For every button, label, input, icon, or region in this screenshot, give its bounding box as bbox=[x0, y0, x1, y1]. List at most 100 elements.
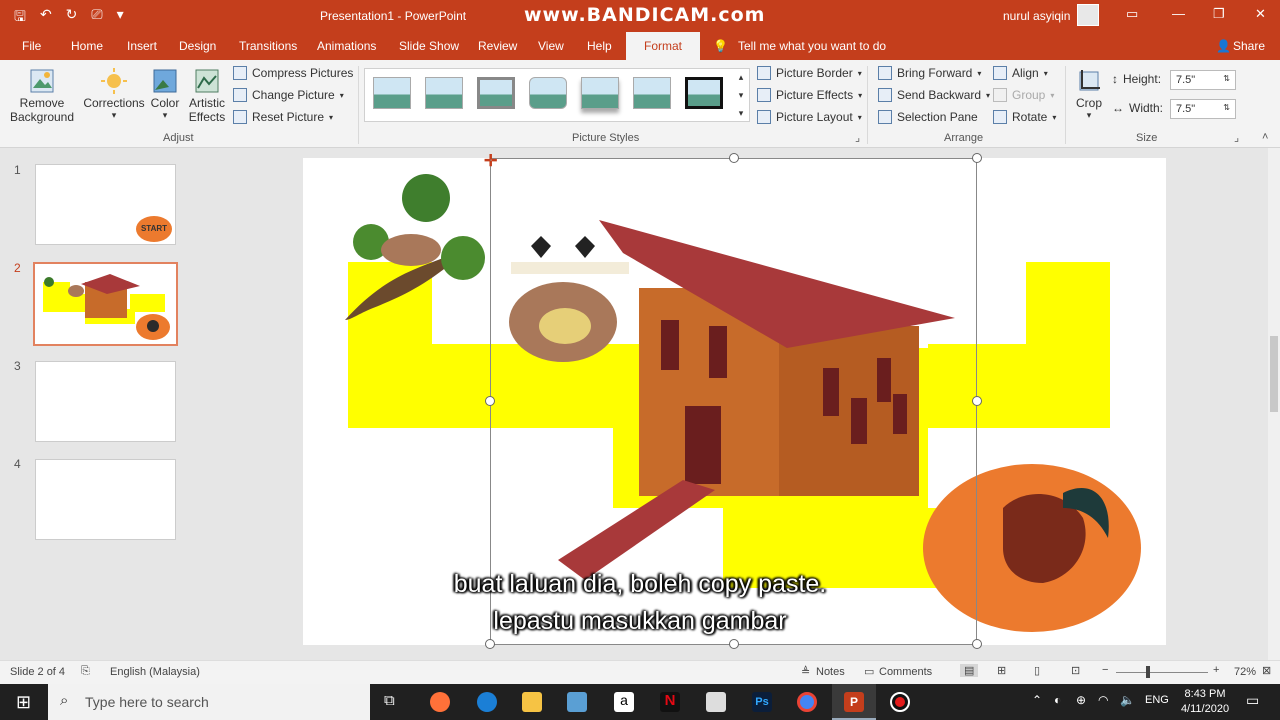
minimize-icon[interactable]: — bbox=[1172, 6, 1185, 21]
picture-effects-button[interactable]: Picture Effects ▾ bbox=[757, 88, 862, 102]
windows-start-icon[interactable]: ⊞ bbox=[16, 692, 31, 713]
tab-file[interactable]: File bbox=[22, 39, 41, 53]
notes-button[interactable]: Notes bbox=[816, 666, 845, 678]
rotate-button[interactable]: Rotate ▾ bbox=[993, 110, 1056, 124]
mail-icon[interactable] bbox=[706, 692, 726, 712]
slide-thumbnail-1[interactable]: START bbox=[35, 164, 176, 245]
close-icon[interactable]: ✕ bbox=[1255, 6, 1266, 22]
group-button[interactable]: Group ▾ bbox=[993, 88, 1054, 102]
size-dialog-launcher-icon[interactable]: ⌟ bbox=[1234, 131, 1239, 144]
resize-handle[interactable] bbox=[729, 639, 739, 649]
tab-design[interactable]: Design bbox=[179, 39, 216, 53]
slide-thumbnail-2[interactable] bbox=[33, 262, 178, 346]
amazon-icon[interactable]: a bbox=[614, 692, 634, 712]
selection-pane-button[interactable]: Selection Pane bbox=[878, 110, 978, 124]
task-view-icon[interactable]: ⧉ bbox=[384, 692, 395, 709]
zoom-in-icon[interactable]: + bbox=[1213, 664, 1219, 676]
color-button[interactable]: Color ▾ bbox=[146, 68, 184, 121]
send-backward-button[interactable]: Send Backward ▾ bbox=[878, 88, 990, 102]
tab-review[interactable]: Review bbox=[478, 39, 517, 53]
normal-view-icon[interactable]: ▤ bbox=[960, 664, 979, 677]
tray-app-icon[interactable]: ◐ bbox=[1054, 693, 1061, 707]
volume-icon[interactable]: 🔈 bbox=[1120, 693, 1135, 707]
ribbon-display-options-icon[interactable]: ▭ bbox=[1126, 6, 1138, 22]
picture-border-button[interactable]: Picture Border ▾ bbox=[757, 66, 862, 80]
change-picture-button[interactable]: Change Picture ▾ bbox=[233, 88, 344, 102]
powerpoint-taskbar-button[interactable]: P bbox=[832, 684, 876, 720]
zoom-slider[interactable] bbox=[1116, 672, 1208, 673]
crop-button[interactable]: Crop ▾ bbox=[1072, 68, 1106, 121]
remove-background-button[interactable]: Remove Background bbox=[8, 68, 76, 124]
compress-pictures-button[interactable]: Compress Pictures bbox=[233, 66, 353, 80]
save-icon[interactable]: 🖫 bbox=[14, 6, 26, 30]
tab-view[interactable]: View bbox=[538, 39, 564, 53]
comments-button[interactable]: Comments bbox=[879, 666, 932, 678]
customize-qat-icon[interactable]: ▾ bbox=[117, 6, 124, 30]
language-indicator[interactable]: English (Malaysia) bbox=[110, 666, 200, 678]
restore-icon[interactable]: ❐ bbox=[1213, 6, 1225, 22]
picture-styles-dialog-launcher-icon[interactable]: ⌟ bbox=[855, 131, 860, 144]
file-explorer-icon[interactable] bbox=[522, 692, 542, 712]
height-spinner-icon[interactable]: ⇅ bbox=[1223, 74, 1230, 83]
resize-handle[interactable] bbox=[972, 639, 982, 649]
bring-forward-button[interactable]: Bring Forward ▾ bbox=[878, 66, 981, 80]
taskbar-search-box[interactable]: ⌕ Type here to search bbox=[48, 684, 370, 720]
share-button[interactable]: Share bbox=[1233, 39, 1265, 53]
undo-icon[interactable]: ↶ bbox=[40, 6, 52, 30]
input-language[interactable]: ENG bbox=[1145, 694, 1169, 706]
slide-thumbnail-3[interactable] bbox=[35, 361, 176, 442]
picture-style-option[interactable] bbox=[425, 77, 463, 109]
tab-home[interactable]: Home bbox=[71, 39, 103, 53]
resize-handle[interactable] bbox=[729, 153, 739, 163]
share-icon[interactable]: 👤 bbox=[1216, 39, 1231, 53]
resize-handle[interactable] bbox=[485, 639, 495, 649]
clock[interactable]: 8:43 PM 4/11/2020 bbox=[1176, 687, 1234, 717]
comments-icon[interactable]: ▭ bbox=[864, 665, 874, 678]
picture-style-option[interactable] bbox=[477, 77, 515, 109]
present-from-start-icon[interactable]: ⎚ bbox=[91, 6, 102, 30]
slide-show-icon[interactable]: ⊡ bbox=[1071, 664, 1080, 677]
scrollbar-thumb[interactable] bbox=[1270, 336, 1278, 412]
corrections-button[interactable]: Corrections ▾ bbox=[82, 68, 146, 121]
tab-insert[interactable]: Insert bbox=[127, 39, 157, 53]
photoshop-icon[interactable]: Ps bbox=[752, 692, 772, 712]
resize-handle[interactable] bbox=[972, 396, 982, 406]
height-input[interactable]: 7.5" ⇅ bbox=[1170, 70, 1236, 90]
picture-style-option[interactable] bbox=[373, 77, 411, 109]
gallery-scroll-buttons[interactable]: ▴ ▾ ▾ bbox=[734, 68, 748, 122]
zoom-out-icon[interactable]: − bbox=[1102, 664, 1108, 676]
tab-format[interactable]: Format bbox=[626, 32, 701, 60]
tab-animations[interactable]: Animations bbox=[317, 39, 376, 53]
user-name[interactable]: nurul asyiqin bbox=[1003, 9, 1070, 23]
tray-network-share-icon[interactable]: ⊕ bbox=[1076, 693, 1086, 707]
slide-sorter-icon[interactable]: ⊞ bbox=[997, 664, 1006, 677]
picture-layout-button[interactable]: Picture Layout ▾ bbox=[757, 110, 862, 124]
artistic-effects-button[interactable]: Artistic Effects bbox=[186, 68, 228, 124]
avatar[interactable] bbox=[1077, 4, 1099, 26]
width-spinner-icon[interactable]: ⇅ bbox=[1223, 103, 1230, 112]
netflix-icon[interactable]: N bbox=[660, 692, 680, 712]
reset-picture-button[interactable]: Reset Picture ▾ bbox=[233, 110, 333, 124]
picture-style-option[interactable] bbox=[529, 77, 567, 109]
collapse-ribbon-icon[interactable]: ˄ bbox=[1262, 131, 1268, 143]
notes-icon[interactable]: ≜ bbox=[801, 665, 810, 678]
wifi-icon[interactable]: ◠ bbox=[1098, 693, 1108, 707]
tell-me-search[interactable]: Tell me what you want to do bbox=[738, 39, 886, 53]
align-button[interactable]: Align ▾ bbox=[993, 66, 1048, 80]
slide-thumbnail-4[interactable] bbox=[35, 459, 176, 540]
show-hidden-icons-icon[interactable]: ⌃ bbox=[1032, 693, 1042, 707]
tab-slide-show[interactable]: Slide Show bbox=[399, 39, 459, 53]
bandicam-record-icon[interactable] bbox=[890, 692, 910, 712]
firefox-icon[interactable] bbox=[430, 692, 450, 712]
redo-icon[interactable]: ↻ bbox=[66, 6, 78, 30]
resize-handle[interactable] bbox=[972, 153, 982, 163]
vertical-scrollbar[interactable] bbox=[1268, 148, 1280, 660]
spelling-check-icon[interactable]: ⎘ bbox=[81, 665, 90, 678]
width-input[interactable]: 7.5" ⇅ bbox=[1170, 99, 1236, 119]
picture-style-option[interactable] bbox=[633, 77, 671, 109]
picture-style-option[interactable] bbox=[685, 77, 723, 109]
tab-transitions[interactable]: Transitions bbox=[239, 39, 297, 53]
picture-style-option[interactable] bbox=[581, 77, 619, 109]
fit-slide-icon[interactable]: ⊠ bbox=[1262, 664, 1271, 677]
resize-handle[interactable] bbox=[485, 396, 495, 406]
